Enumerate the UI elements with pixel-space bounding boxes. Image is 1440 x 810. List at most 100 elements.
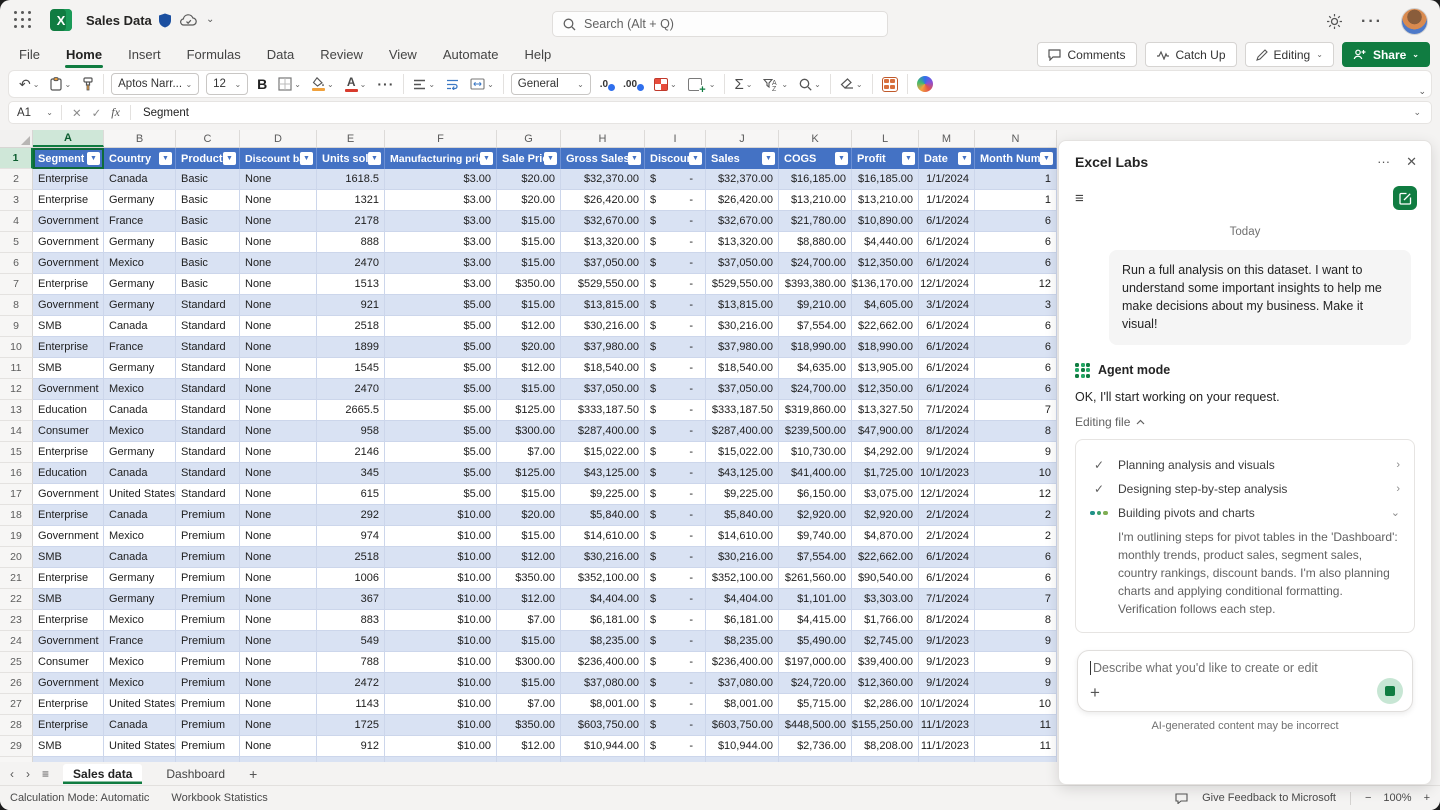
cell[interactable]: $3.00 (385, 274, 497, 295)
share-button[interactable]: Share ⌄ (1341, 42, 1430, 67)
cell[interactable]: None (240, 358, 317, 379)
cell[interactable]: $13,320.00 (706, 232, 779, 253)
autosum-button[interactable]: Σ ⌄ (732, 75, 754, 94)
cell[interactable]: $350.00 (497, 274, 561, 295)
cell[interactable]: $9,225.00 (706, 484, 779, 505)
title-chevron-icon[interactable]: ⌄ (206, 14, 214, 25)
cell[interactable]: None (240, 421, 317, 442)
cell[interactable]: Premium (176, 589, 240, 610)
cell[interactable]: $10.00 (385, 694, 497, 715)
cell[interactable]: $37,050.00 (561, 253, 645, 274)
cell[interactable]: 6/1/2024 (919, 358, 975, 379)
filter-chevron-icon[interactable]: ▼ (762, 152, 775, 165)
cell[interactable]: None (240, 442, 317, 463)
cell[interactable]: $125.00 (497, 400, 561, 421)
sort-filter-button[interactable]: AZ ⌄ (761, 77, 790, 92)
cell[interactable]: None (240, 505, 317, 526)
cell[interactable]: 6/1/2024 (919, 379, 975, 400)
cell[interactable]: $ - (645, 379, 706, 400)
tab-home[interactable]: Home (64, 43, 104, 68)
ribbon-collapse-chevron[interactable]: ⌄ (1418, 86, 1426, 97)
row-header-4[interactable]: 4 (0, 211, 33, 232)
cell[interactable]: $ - (645, 421, 706, 442)
cell[interactable]: Government (33, 631, 104, 652)
cell[interactable]: None (240, 652, 317, 673)
cell[interactable]: $155,250.00 (852, 715, 919, 736)
row-header-24[interactable]: 24 (0, 631, 33, 652)
cell[interactable]: $ - (645, 505, 706, 526)
cell[interactable]: 345 (317, 463, 385, 484)
cell[interactable]: 6 (975, 379, 1057, 400)
cell[interactable]: $13,210.00 (779, 190, 852, 211)
cell[interactable]: Enterprise (33, 190, 104, 211)
cell[interactable]: $20.00 (497, 505, 561, 526)
cell[interactable]: Premium (176, 736, 240, 757)
cell[interactable]: 1006 (317, 568, 385, 589)
cell[interactable]: Basic (176, 274, 240, 295)
cell[interactable]: 1899 (317, 337, 385, 358)
column-header-F[interactable]: F (385, 130, 497, 147)
cell[interactable]: $43,125.00 (561, 463, 645, 484)
cell[interactable]: None (240, 337, 317, 358)
row-header-11[interactable]: 11 (0, 358, 33, 379)
chat-input[interactable]: Describe what you'd like to create or ed… (1077, 650, 1413, 712)
header-cell[interactable]: Country ▼ (104, 148, 176, 169)
cell[interactable]: 888 (317, 232, 385, 253)
cell[interactable]: $15.00 (497, 379, 561, 400)
cell[interactable]: 12 (975, 484, 1057, 505)
cell[interactable]: $287,400.00 (561, 421, 645, 442)
cell[interactable]: $2,920.00 (852, 505, 919, 526)
cell[interactable]: $ - (645, 715, 706, 736)
cell[interactable]: $15.00 (497, 526, 561, 547)
cell[interactable]: $9,210.00 (779, 295, 852, 316)
cell[interactable]: SMB (33, 316, 104, 337)
cell[interactable]: $37,050.00 (561, 379, 645, 400)
cell[interactable]: SMB (33, 589, 104, 610)
cell[interactable]: $5.00 (385, 358, 497, 379)
cell[interactable]: 6 (975, 568, 1057, 589)
cell[interactable]: Mexico (104, 526, 176, 547)
cell[interactable]: $ - (645, 211, 706, 232)
cell[interactable]: $15,022.00 (561, 442, 645, 463)
cell[interactable]: $4,605.00 (852, 295, 919, 316)
row-header-16[interactable]: 16 (0, 463, 33, 484)
cell[interactable]: $37,080.00 (706, 673, 779, 694)
cell[interactable]: $32,670.00 (706, 211, 779, 232)
tab-formulas[interactable]: Formulas (186, 43, 242, 66)
user-avatar[interactable] (1401, 8, 1428, 35)
cell[interactable]: $24,700.00 (779, 253, 852, 274)
cell[interactable]: $30,216.00 (706, 316, 779, 337)
calculation-mode[interactable]: Calculation Mode: Automatic (10, 792, 149, 804)
cell[interactable]: $ - (645, 442, 706, 463)
cell[interactable]: $3,075.00 (852, 484, 919, 505)
cell[interactable]: $ - (645, 568, 706, 589)
column-header-I[interactable]: I (645, 130, 706, 147)
cell[interactable]: 1725 (317, 715, 385, 736)
cell[interactable]: $333,187.50 (561, 400, 645, 421)
formula-content[interactable]: Segment (131, 107, 189, 119)
zoom-level[interactable]: 100% (1383, 792, 1411, 804)
cell[interactable]: $8,001.00 (706, 694, 779, 715)
cell[interactable]: 3/1/2024 (919, 295, 975, 316)
cell[interactable]: None (240, 232, 317, 253)
cell[interactable]: $4,415.00 (779, 610, 852, 631)
cell[interactable]: Germany (104, 274, 176, 295)
cell[interactable]: $10.00 (385, 736, 497, 757)
cell[interactable]: 9 (975, 673, 1057, 694)
cell[interactable]: $14,610.00 (706, 526, 779, 547)
cell[interactable]: 8 (975, 421, 1057, 442)
cell[interactable]: Enterprise (33, 694, 104, 715)
cell[interactable]: 2665.5 (317, 400, 385, 421)
conditional-formatting-button[interactable]: ⌄ (652, 77, 679, 92)
cell[interactable]: $15.00 (497, 673, 561, 694)
cell[interactable]: Basic (176, 190, 240, 211)
cell[interactable]: $24,700.00 (779, 379, 852, 400)
cell[interactable]: $26,420.00 (706, 190, 779, 211)
cell[interactable]: 7 (975, 400, 1057, 421)
cell[interactable]: Enterprise (33, 169, 104, 190)
cell[interactable]: Enterprise (33, 568, 104, 589)
cell[interactable]: $448,500.00 (779, 715, 852, 736)
zoom-in-button[interactable]: + (1424, 792, 1430, 804)
cell[interactable]: Government (33, 379, 104, 400)
cell[interactable]: $5.00 (385, 484, 497, 505)
